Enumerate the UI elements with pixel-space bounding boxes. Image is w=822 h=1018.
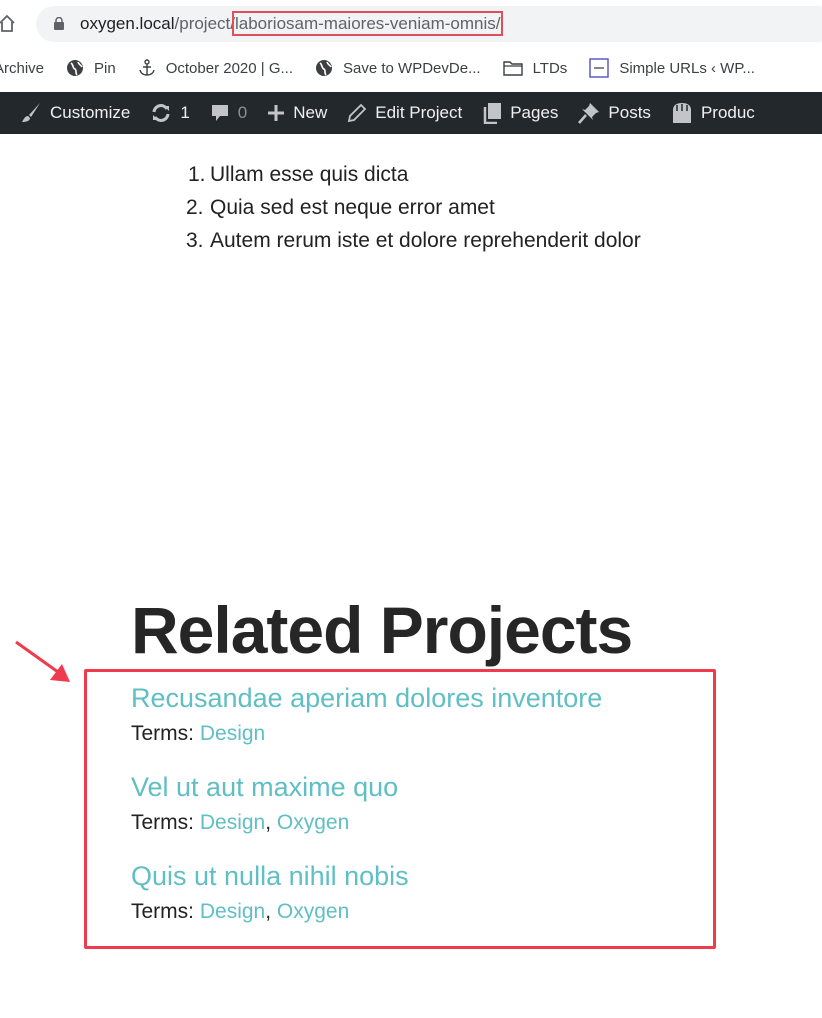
list-number: 1.: [188, 163, 206, 186]
adminbar-edit-project[interactable]: Edit Project: [347, 103, 462, 123]
related-project: Quis ut nulla nihil nobis Terms: Design,…: [131, 861, 409, 924]
updates-count: 1: [180, 103, 190, 122]
list-number: 2.: [186, 196, 204, 219]
project-title-link[interactable]: Quis ut nulla nihil nobis: [131, 861, 409, 892]
pencil-icon: [348, 103, 367, 123]
adminbar-customize-label: Customize: [50, 103, 131, 122]
related-project: Recusandae aperiam dolores inventore Ter…: [131, 683, 602, 746]
project-title-link[interactable]: Vel ut aut maxime quo: [131, 772, 398, 803]
adminbar-edit-label: Edit Project: [375, 103, 463, 122]
terms-label: Terms:: [131, 811, 200, 834]
adminbar-comments[interactable]: 0: [210, 103, 247, 123]
bookmark-label: October 2020 | G...: [165, 59, 294, 77]
home-icon[interactable]: [0, 12, 16, 34]
browser-toolbar: oxygen.local/project/laboriosam-maiores-…: [0, 0, 822, 48]
address-bar[interactable]: oxygen.local/project/laboriosam-maiores-…: [36, 6, 822, 42]
comments-count: 0: [237, 103, 248, 122]
comment-icon: [211, 105, 228, 121]
url-slug-highlighted: laboriosam-maiores-veniam-omnis/: [231, 11, 504, 36]
term-separator: ,: [265, 811, 277, 834]
list-item: 3. Autem rerum iste et dolore reprehender…: [186, 224, 641, 257]
adminbar-products[interactable]: Produc: [671, 102, 755, 124]
bookmark-label: LTDs: [532, 59, 568, 77]
globe-icon: [316, 60, 333, 76]
project-terms: Terms: Design, Oxygen: [131, 900, 409, 924]
term-separator: ,: [265, 900, 277, 923]
term-link-design[interactable]: Design: [200, 900, 265, 923]
adminbar-products-label: Produc: [700, 103, 755, 122]
adminbar-new[interactable]: New: [267, 103, 327, 123]
list-number: 3.: [186, 229, 204, 252]
bookmark-label: Simple URLs ‹ WP...: [619, 59, 755, 77]
wp-admin-bar: Customize 1 0 New Edit Project Pages Pos…: [0, 92, 822, 134]
list-item: 1. Ullam esse quis dicta: [188, 158, 641, 191]
ordered-list: 1. Ullam esse quis dicta 2. Quia sed est n…: [186, 158, 641, 257]
list-text: Autem rerum iste et dolore reprehenderit…: [210, 229, 641, 252]
url-text: oxygen.local/project/laboriosam-maiores-…: [80, 11, 504, 36]
terms-label: Terms:: [131, 900, 200, 923]
pages-icon: [483, 103, 502, 124]
term-link-design[interactable]: Design: [200, 811, 265, 834]
terms-label: Terms:: [131, 722, 200, 745]
bookmark-ltds[interactable]: LTDs: [502, 59, 568, 77]
url-path: /project/: [174, 14, 235, 33]
adminbar-new-label: New: [293, 103, 328, 122]
bookmark-pin[interactable]: Pin: [66, 59, 116, 77]
bookmark-simple-urls[interactable]: Simple URLs ‹ WP...: [589, 58, 755, 78]
bookmark-label: Pin: [94, 59, 116, 77]
project-title-link[interactable]: Recusandae aperiam dolores inventore: [131, 683, 602, 714]
updates-icon: [152, 104, 170, 122]
project-terms: Terms: Design, Oxygen: [131, 811, 398, 835]
adminbar-posts[interactable]: Posts: [578, 102, 651, 124]
bookmark-label: Archive: [0, 59, 45, 77]
related-project: Vel ut aut maxime quo Terms: Design, Oxy…: [131, 772, 398, 835]
project-terms: Terms: Design: [131, 722, 602, 746]
list-text: Quia sed est neque error amet: [210, 196, 495, 219]
globe-icon: [67, 60, 84, 76]
bookmark-label: Save to WPDevDe...: [343, 59, 481, 77]
adminbar-pages-label: Pages: [510, 103, 559, 122]
anchor-icon: [139, 59, 155, 76]
paintbrush-icon: [22, 103, 40, 122]
pushpin-icon: [578, 103, 600, 124]
adminbar-updates[interactable]: 1: [150, 102, 190, 124]
list-text: Ullam esse quis dicta: [210, 163, 409, 186]
term-link-design[interactable]: Design: [200, 722, 265, 745]
bookmark-archive[interactable]: Archive: [0, 60, 44, 77]
adminbar-pages[interactable]: Pages: [482, 102, 558, 124]
wpdd-favicon-icon: [589, 58, 610, 78]
adminbar-customize[interactable]: Customize: [20, 102, 130, 124]
url-host: oxygen.local: [80, 14, 175, 33]
adminbar-posts-label: Posts: [608, 103, 651, 122]
bookmark-october[interactable]: October 2020 | G...: [138, 59, 293, 77]
bookmark-save-wpdevdesign[interactable]: Save to WPDevDe...: [315, 59, 481, 77]
plus-icon: [268, 105, 285, 121]
list-item: 2. Quia sed est neque error amet: [186, 191, 641, 224]
related-projects-heading: Related Projects: [131, 593, 633, 667]
bookmarks-bar: Archive Pin October 2020 | G... Save to …: [0, 48, 822, 88]
term-link-oxygen[interactable]: Oxygen: [277, 900, 349, 923]
annotation-arrow-icon: [15, 640, 70, 682]
term-link-oxygen[interactable]: Oxygen: [277, 811, 349, 834]
folder-icon: [502, 61, 523, 76]
lock-icon: [54, 17, 64, 30]
store-icon: [672, 103, 691, 123]
